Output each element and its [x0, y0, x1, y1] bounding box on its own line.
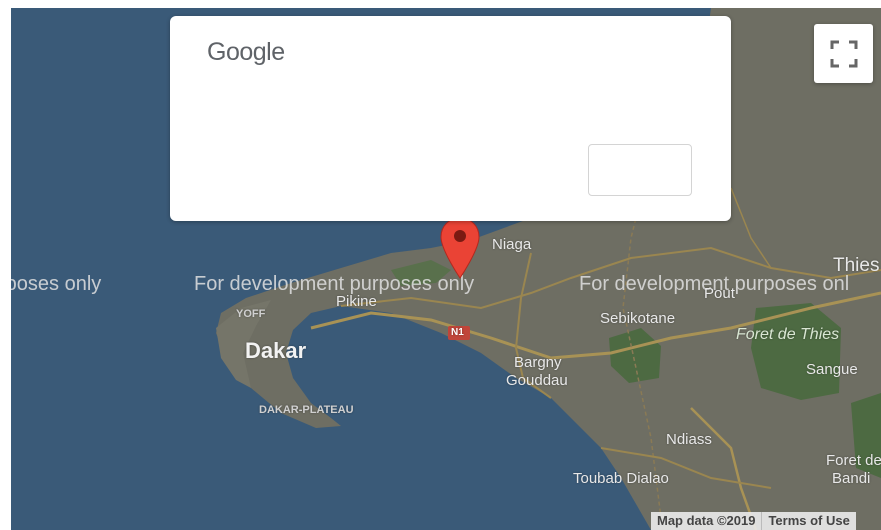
road-label-n1: N1	[451, 327, 464, 338]
place-label-foret-de-thies: Foret de Thies	[736, 326, 840, 343]
fullscreen-button[interactable]	[814, 24, 873, 83]
place-label-dakar: Dakar	[245, 338, 307, 363]
dialog-ok-button[interactable]	[588, 144, 692, 196]
place-label-bargny: Bargny	[514, 354, 562, 371]
place-label-pout: Pout	[704, 285, 735, 302]
place-label-yoff: YOFF	[236, 308, 266, 320]
place-label-dakar-plateau: DAKAR-PLATEAU	[259, 404, 354, 416]
fullscreen-icon	[830, 40, 857, 67]
watermark-text: rposes only	[11, 273, 102, 295]
terms-of-use-link[interactable]: Terms of Use	[761, 512, 855, 530]
place-label-thies: Thies	[833, 255, 880, 276]
map-attribution: Map data ©2019 Terms of Use	[651, 512, 856, 530]
place-label-bandi: Bandi	[832, 470, 871, 487]
place-label-sangue: Sangue	[806, 361, 858, 378]
place-label-pikine: Pikine	[336, 293, 377, 310]
place-label-foret-de: Foret de	[826, 452, 881, 469]
place-label-sebikotane: Sebikotane	[600, 310, 676, 327]
map-marker-icon[interactable]	[439, 216, 481, 285]
place-label-gouddau: Gouddau	[506, 372, 568, 389]
place-label-toubab-dialao: Toubab Dialao	[573, 470, 669, 487]
watermark-text: For development purposes only	[194, 273, 475, 295]
map-error-dialog: Google	[170, 16, 731, 221]
place-label-niaga: Niaga	[492, 236, 532, 253]
map-data-label: Map data ©2019	[657, 513, 756, 528]
forest-area	[751, 303, 841, 400]
google-logo: Google	[207, 38, 285, 66]
place-label-ndiass: Ndiass	[666, 431, 712, 448]
